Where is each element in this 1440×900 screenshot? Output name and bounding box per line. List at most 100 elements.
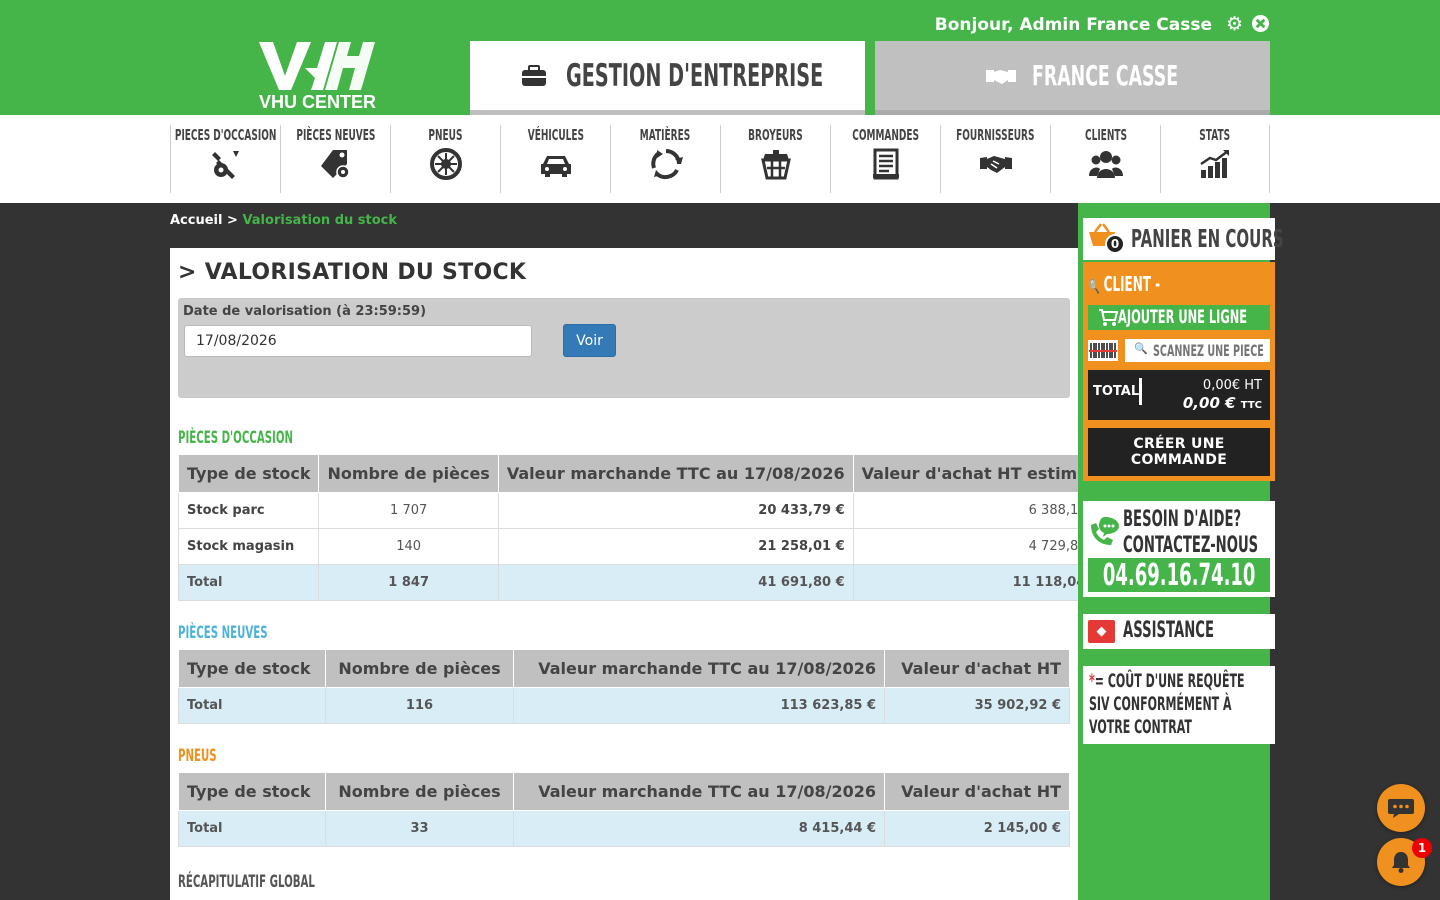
help-title-line1: BESOIN D'AIDE?: [1123, 507, 1242, 532]
nav-label: STATS: [1199, 126, 1231, 144]
nav-fournisseurs[interactable]: FOURNISSEURS: [940, 125, 1050, 193]
ttc-suffix: TTC: [1240, 400, 1262, 411]
col-header: Valeur marchande TTC au 17/08/2026: [513, 649, 885, 688]
tag-gear-icon: [320, 150, 350, 179]
table-header-row: Type de stock Nombre de pièces Valeur ma…: [177, 454, 1108, 493]
nav-clients[interactable]: CLIENTS: [1050, 125, 1160, 193]
cell: 140: [318, 528, 499, 565]
nav-label: FOURNISSEURS: [956, 126, 1035, 144]
phone-chat-icon: [1091, 517, 1119, 545]
nav-pieces-neuves[interactable]: PIÈCES NEUVES: [280, 125, 390, 193]
filter-panel: Date de valorisation (à 23:59:59) Voir: [178, 298, 1070, 398]
col-header: Nombre de pièces: [325, 772, 514, 811]
bar-chart-icon: [1200, 150, 1229, 178]
crusher-icon: [760, 150, 791, 180]
recycle-icon: [650, 149, 683, 180]
section-title-neuves: PIÈCES NEUVES: [178, 623, 268, 643]
nav-label: BROYEURS: [748, 126, 803, 144]
cart-total-box: TOTAL 0,00€ HT 0,00 € TTC: [1088, 370, 1270, 420]
barcode-icon[interactable]: [1088, 340, 1118, 361]
section-title-occasion: PIÈCES D'OCCASION: [178, 428, 294, 448]
client-value: -: [1155, 272, 1161, 296]
scan-field[interactable]: 🔍: [1125, 339, 1270, 362]
nav-label: COMMANDES: [852, 126, 919, 144]
nav-label: PIECES D'OCCASION: [174, 126, 277, 144]
tab-gestion-entreprise[interactable]: GESTION D'ENTREPRISE: [470, 41, 865, 115]
nav-stats[interactable]: STATS: [1160, 125, 1270, 193]
cart-count-badge: 0: [1105, 234, 1125, 254]
voir-button[interactable]: Voir: [563, 324, 616, 357]
col-header: Valeur d'achat HT estimée: [852, 454, 1108, 493]
table-total-row: Total 116 113 623,85 € 35 902,92 €: [178, 687, 1070, 724]
nav-menu: PIECES D'OCCASION PIÈCES NEUVES PNEUS VÉ…: [170, 125, 1270, 193]
col-header: Nombre de pièces: [318, 454, 499, 493]
cell: Total: [178, 810, 326, 847]
table-header-row: Type de stock Nombre de pièces Valeur ma…: [178, 772, 1070, 811]
cell: 20 433,79 €: [497, 492, 854, 529]
nav-label: CLIENTS: [1084, 126, 1127, 144]
cell: Total: [178, 687, 326, 724]
table-header-row: Type de stock Nombre de pièces Valeur ma…: [178, 649, 1070, 688]
cart-add-icon: [1099, 309, 1118, 326]
cell: 41 691,80 €: [497, 564, 854, 601]
close-icon[interactable]: [1251, 14, 1270, 37]
cell: 8 415,44 €: [513, 810, 885, 847]
chat-button[interactable]: [1377, 784, 1425, 832]
assistance-button[interactable]: ◆ ASSISTANCE: [1083, 614, 1275, 649]
nav-vehicules[interactable]: VÉHICULES: [500, 125, 610, 193]
date-label: Date de valorisation (à 23:59:59): [183, 304, 427, 319]
section-title-pneus: PNEUS: [178, 746, 217, 766]
col-header: Type de stock: [177, 454, 320, 493]
cell: 2 145,00 €: [884, 810, 1070, 847]
breadcrumb-current: Valorisation du stock: [242, 213, 398, 228]
tab-france-casse[interactable]: FRANCE CASSE: [875, 41, 1270, 115]
note-text: = COÛT D'UNE REQUÊTE SIV CONFORMÉMENT À …: [1089, 670, 1245, 738]
breadcrumb-home-link[interactable]: Accueil: [170, 213, 222, 228]
nav-broyeurs[interactable]: BROYEURS: [720, 125, 830, 193]
search-icon: 🔍: [1134, 342, 1148, 355]
greeting-text: Bonjour, Admin France Casse: [934, 15, 1212, 35]
assistance-icon: ◆: [1088, 620, 1115, 643]
table-pneus: Type de stock Nombre de pièces Valeur ma…: [178, 772, 1070, 847]
car-icon: [540, 156, 571, 177]
cart-title: PANIER EN COURS: [1131, 224, 1284, 253]
cell: 1 847: [318, 564, 499, 601]
create-order-button[interactable]: CRÉER UNE COMMANDE: [1088, 428, 1270, 476]
col-header: Valeur d'achat HT: [884, 772, 1070, 811]
add-line-label: AJOUTER UNE LIGNE: [1118, 306, 1248, 328]
col-header: Type de stock: [178, 649, 326, 688]
col-header: Valeur d'achat HT: [884, 649, 1070, 688]
siv-note: *= COÛT D'UNE REQUÊTE SIV CONFORMÉMENT À…: [1083, 666, 1275, 744]
cell: 1 707: [318, 492, 499, 529]
date-input[interactable]: [184, 325, 532, 357]
help-title-line2: CONTACTEZ-NOUS: [1123, 533, 1259, 558]
scan-input[interactable]: [1153, 341, 1267, 360]
tire-icon: [429, 148, 462, 180]
client-line[interactable]: 🔍 CLIENT -: [1089, 272, 1160, 296]
siv-note-text: *= COÛT D'UNE REQUÊTE SIV CONFORMÉMENT À…: [1089, 670, 1269, 739]
breadcrumb: Accueil > Valorisation du stock: [170, 213, 397, 228]
nav-label: MATIÈRES: [640, 126, 691, 144]
phone-number-button[interactable]: 04.69.16.74.10: [1088, 558, 1270, 593]
notification-count-badge: 1: [1412, 838, 1432, 858]
key-icon: 🔍: [1089, 279, 1100, 295]
main-content: > VALORISATION DU STOCK Date de valorisa…: [170, 248, 1108, 900]
nav-commandes[interactable]: COMMANDES: [830, 125, 940, 193]
total-ttc-value: 0,00 €: [1182, 394, 1236, 412]
table-neuves: Type de stock Nombre de pièces Valeur ma…: [178, 649, 1070, 724]
nav-pieces-occasion[interactable]: PIECES D'OCCASION: [170, 125, 280, 193]
handshake-icon: [985, 69, 1016, 84]
add-line-button[interactable]: AJOUTER UNE LIGNE: [1088, 305, 1270, 330]
nav-pneus[interactable]: PNEUS: [390, 125, 500, 193]
nav-label: VÉHICULES: [527, 126, 584, 144]
nav-matieres[interactable]: MATIÈRES: [610, 125, 720, 193]
table-total-row: Total 1 847 41 691,80 € 11 118,04 €: [177, 564, 1108, 601]
tab-alt-label: FRANCE CASSE: [1031, 59, 1178, 92]
cell: 113 623,85 €: [513, 687, 885, 724]
section-title-recap: RÉCAPITULATIF GLOBAL: [178, 872, 315, 892]
cell: 35 902,92 €: [884, 687, 1070, 724]
gear-icon[interactable]: ⚙: [1226, 14, 1243, 37]
cart-header[interactable]: 0 PANIER EN COURS: [1083, 218, 1284, 260]
top-header: Bonjour, Admin France Casse ⚙ VHU CENTER…: [0, 0, 1440, 115]
main-navbar: PIECES D'OCCASION PIÈCES NEUVES PNEUS VÉ…: [0, 115, 1440, 203]
